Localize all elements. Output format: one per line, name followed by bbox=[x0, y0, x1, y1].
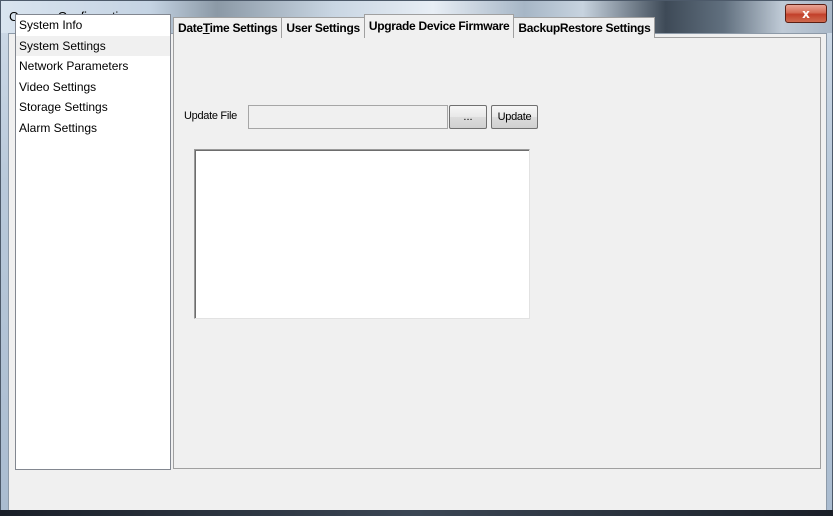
update-file-path-input[interactable] bbox=[248, 105, 448, 129]
nav-item-system-settings[interactable]: System Settings bbox=[16, 35, 170, 56]
update-button[interactable]: Update bbox=[491, 105, 538, 129]
browse-button[interactable]: ... bbox=[449, 105, 487, 129]
close-button[interactable]: x bbox=[785, 4, 827, 23]
camera-configuration-window: Camera Configuration x System Info Syste… bbox=[0, 0, 833, 516]
tab-user-settings[interactable]: User Settings bbox=[281, 17, 365, 38]
nav-item-storage-settings[interactable]: Storage Settings bbox=[16, 97, 170, 118]
firmware-log-box[interactable] bbox=[194, 149, 530, 319]
tab-backup-restore-settings[interactable]: BackupRestore Settings bbox=[513, 17, 656, 38]
tab-label-part: Date bbox=[178, 21, 203, 35]
settings-tabs: DateTime Settings User Settings Upgrade … bbox=[173, 14, 656, 38]
settings-category-list[interactable]: System Info System Settings Network Para… bbox=[15, 14, 171, 470]
tab-datetime-settings[interactable]: DateTime Settings bbox=[173, 17, 283, 38]
tab-label-accelerator: T bbox=[202, 21, 210, 35]
background-window-edge bbox=[0, 510, 833, 516]
nav-item-alarm-settings[interactable]: Alarm Settings bbox=[16, 118, 170, 139]
update-file-label: Update File bbox=[184, 110, 237, 122]
tab-label-part: ime Settings bbox=[209, 21, 278, 35]
close-icon: x bbox=[802, 6, 810, 21]
nav-item-video-settings[interactable]: Video Settings bbox=[16, 77, 170, 98]
nav-item-system-info[interactable]: System Info bbox=[16, 15, 170, 36]
nav-item-network-parameters[interactable]: Network Parameters bbox=[16, 56, 170, 77]
tab-upgrade-device-firmware[interactable]: Upgrade Device Firmware bbox=[363, 14, 515, 38]
